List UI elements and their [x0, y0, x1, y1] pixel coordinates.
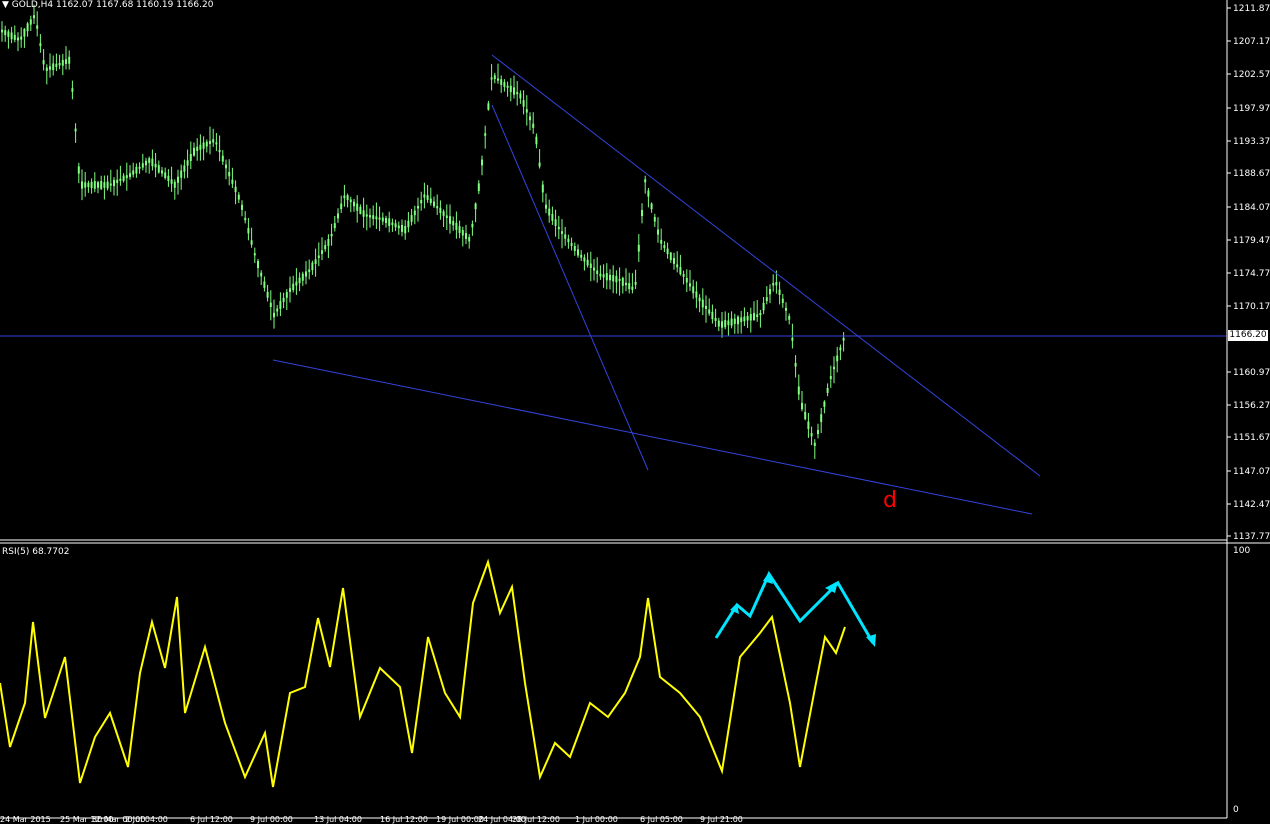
price-axis-label: 1193.37 — [1233, 137, 1270, 147]
time-axis-label: 13 Jul 04:00 — [314, 815, 362, 824]
arrowhead-3 — [825, 581, 838, 593]
time-axis-label: 28 Jul 12:00 — [512, 815, 560, 824]
price-axis-label: 1137.77 — [1233, 532, 1270, 542]
price-axis-label: 1207.17 — [1233, 37, 1270, 47]
time-axis-label: 6 Jul 12:00 — [190, 815, 233, 824]
arrow-path-1 — [714, 570, 875, 644]
current-price-label: 1166.20 — [1228, 330, 1268, 341]
price-axis-label: 1142.47 — [1233, 500, 1270, 510]
price-axis-label: 1184.07 — [1233, 203, 1270, 213]
lower-wedge-trendline[interactable] — [272, 359, 1033, 515]
price-axis-label: 1160.97 — [1233, 368, 1270, 378]
annotation-label-d: d — [883, 488, 897, 513]
time-axis-label: 19 Jul 00:00 — [436, 815, 484, 824]
time-axis-label: 24 Mar 2015 — [0, 815, 51, 824]
price-axis-label: 1170.17 — [1233, 302, 1270, 312]
price-axis-ticks — [1227, 7, 1231, 537]
steep-trendline[interactable] — [491, 104, 649, 471]
chart-header: ▼ GOLD,H4 1162.07 1167.68 1160.19 1166.2… — [2, 0, 214, 10]
price-axis-label: 1211.87 — [1233, 4, 1270, 14]
rsi-arrows — [714, 570, 876, 647]
upper-wedge-trendline[interactable] — [491, 54, 1041, 477]
rsi-line — [0, 558, 846, 788]
price-axis-label: 1147.07 — [1233, 467, 1270, 477]
price-axis-label: 1188.67 — [1233, 169, 1270, 179]
time-axis-label: 16 Jul 12:00 — [380, 815, 428, 824]
time-axis-label: 9 Jul 00:00 — [250, 815, 293, 824]
time-axis-label: 2 Jul 04:00 — [125, 815, 168, 824]
rsi-header: RSI(5) 68.7702 — [2, 547, 70, 557]
price-axis-label: 1179.47 — [1233, 236, 1270, 246]
rsi-scale-max: 100 — [1233, 546, 1251, 556]
price-axis-label: 1151.67 — [1233, 433, 1270, 443]
price-axis-label: 1197.97 — [1233, 104, 1270, 114]
time-axis-label: 6 Jul 05:00 — [640, 815, 683, 824]
chart-canvas[interactable] — [0, 0, 1270, 824]
rsi-scale-min: 0 — [1233, 805, 1239, 815]
price-axis-label: 1174.77 — [1233, 269, 1270, 279]
price-axis-label: 1202.57 — [1233, 70, 1270, 80]
price-axis-label: 1156.27 — [1233, 401, 1270, 411]
time-axis-label: 1 Jul 00:00 — [575, 815, 618, 824]
time-axis-label: 9 Jul 21:00 — [700, 815, 743, 824]
